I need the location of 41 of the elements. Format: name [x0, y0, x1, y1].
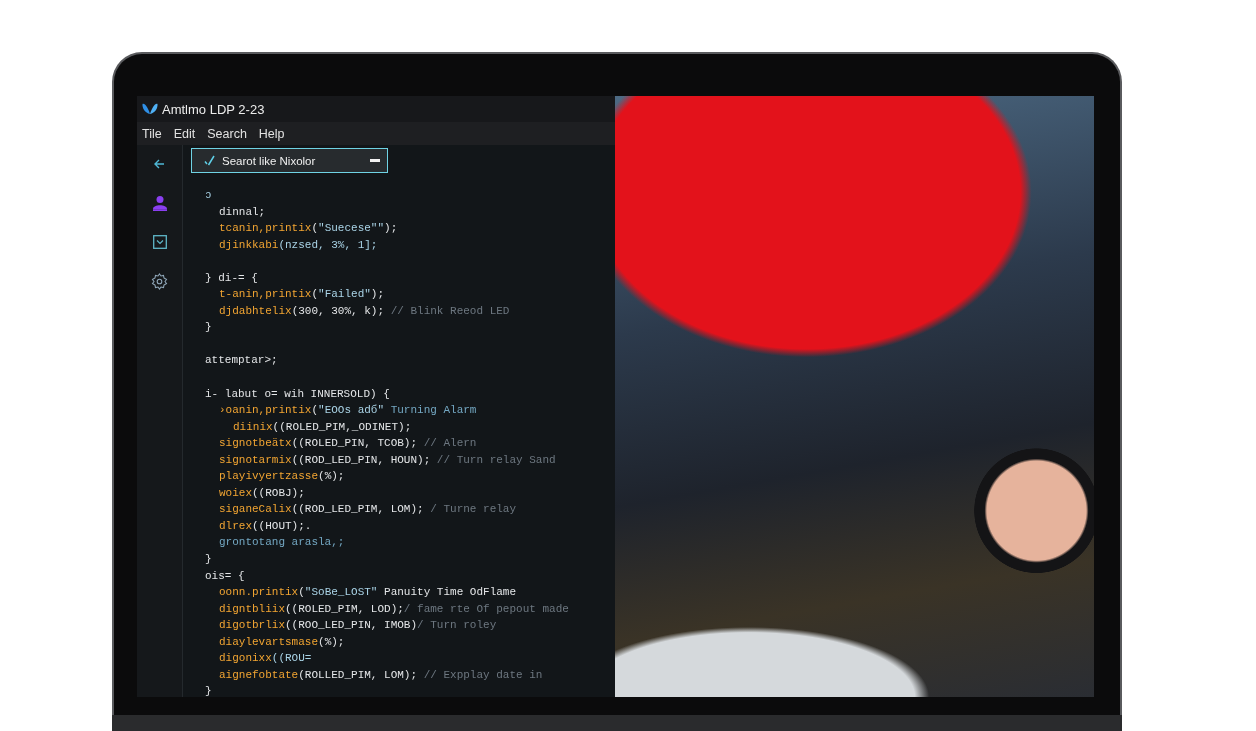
back-arrow-icon[interactable] [154, 159, 165, 169]
code-line: tcanin,printix("Suecese""); [219, 222, 398, 235]
code-line: } [205, 553, 212, 566]
code-line: oonn.printix("SoBe_LOST" Panuity Time OdFlame [219, 586, 517, 599]
code-line: digntbliix((ROLED_PIM, LOD);/ fame rte Of pepout made [219, 602, 569, 615]
code-line: t-anin,printix("Failed"); [219, 288, 385, 301]
menu-item[interactable]: Tile [142, 126, 162, 141]
search-field[interactable]: Searot like Nixolor [191, 148, 388, 173]
code-line: } [205, 321, 212, 334]
menu-item[interactable]: Search [207, 126, 247, 141]
code-line: } di-= { [205, 271, 258, 284]
person-icon[interactable] [151, 195, 168, 211]
chevron-box-icon[interactable] [152, 235, 167, 249]
code-line: djdabhtelix(300, 30%, k); // Blink Reeod LED [219, 304, 510, 317]
code-line: djinkkabi(nzsed, 3%, 1]; [219, 238, 378, 251]
code-line: aignefobtate(ROLLED_PIM, LOM); // Expplay date in [219, 668, 543, 681]
code-line: digonixx((ROU= [219, 652, 312, 665]
code-line: playivyertzasse(%); [219, 470, 345, 483]
window-title: Amtlmo LDP 2-23 [162, 101, 265, 117]
code-line: siganeCalix((ROD_LED_PIM, LOM); / Turne relay [219, 503, 517, 516]
code-line: ›oanin,printix("EOOs adб" Turning Alarm [219, 404, 477, 417]
code-line: dlrex((HOUT);. [219, 519, 312, 532]
code-line: grontotang arasla,; [219, 536, 345, 549]
code-line: dinnal; [219, 205, 266, 218]
code-line: signotarmix((ROD_LED_PIN, HOUN); // Turn relay Sand [219, 453, 556, 466]
minus-icon [370, 159, 380, 162]
menu-item[interactable]: Edit [173, 126, 196, 141]
check-icon [204, 155, 215, 166]
code-line: diinix((ROLED_PIM,_ODINET); [233, 420, 412, 433]
code-line: attemptar>; [205, 354, 278, 367]
code-line: diaylevartsmase(%); [219, 635, 345, 648]
butterfly-icon [142, 102, 158, 116]
code-line: signotbeätx((ROLED_PIN, TCOB); // Alern [219, 437, 477, 450]
code-line: digotbrlix((ROO_LED_PIN, IMOB)/ Turn roley [219, 619, 497, 632]
menu-item[interactable]: Help [258, 126, 285, 141]
code-line: ↄ [205, 189, 212, 201]
code-line: ois= { [205, 569, 245, 582]
settings-icon[interactable] [151, 272, 168, 290]
code-line: woiex((ROBJ); [219, 486, 305, 499]
code-line: i- labut o= wih INNERSOLD) { [205, 387, 390, 400]
code-line: } [205, 685, 212, 698]
